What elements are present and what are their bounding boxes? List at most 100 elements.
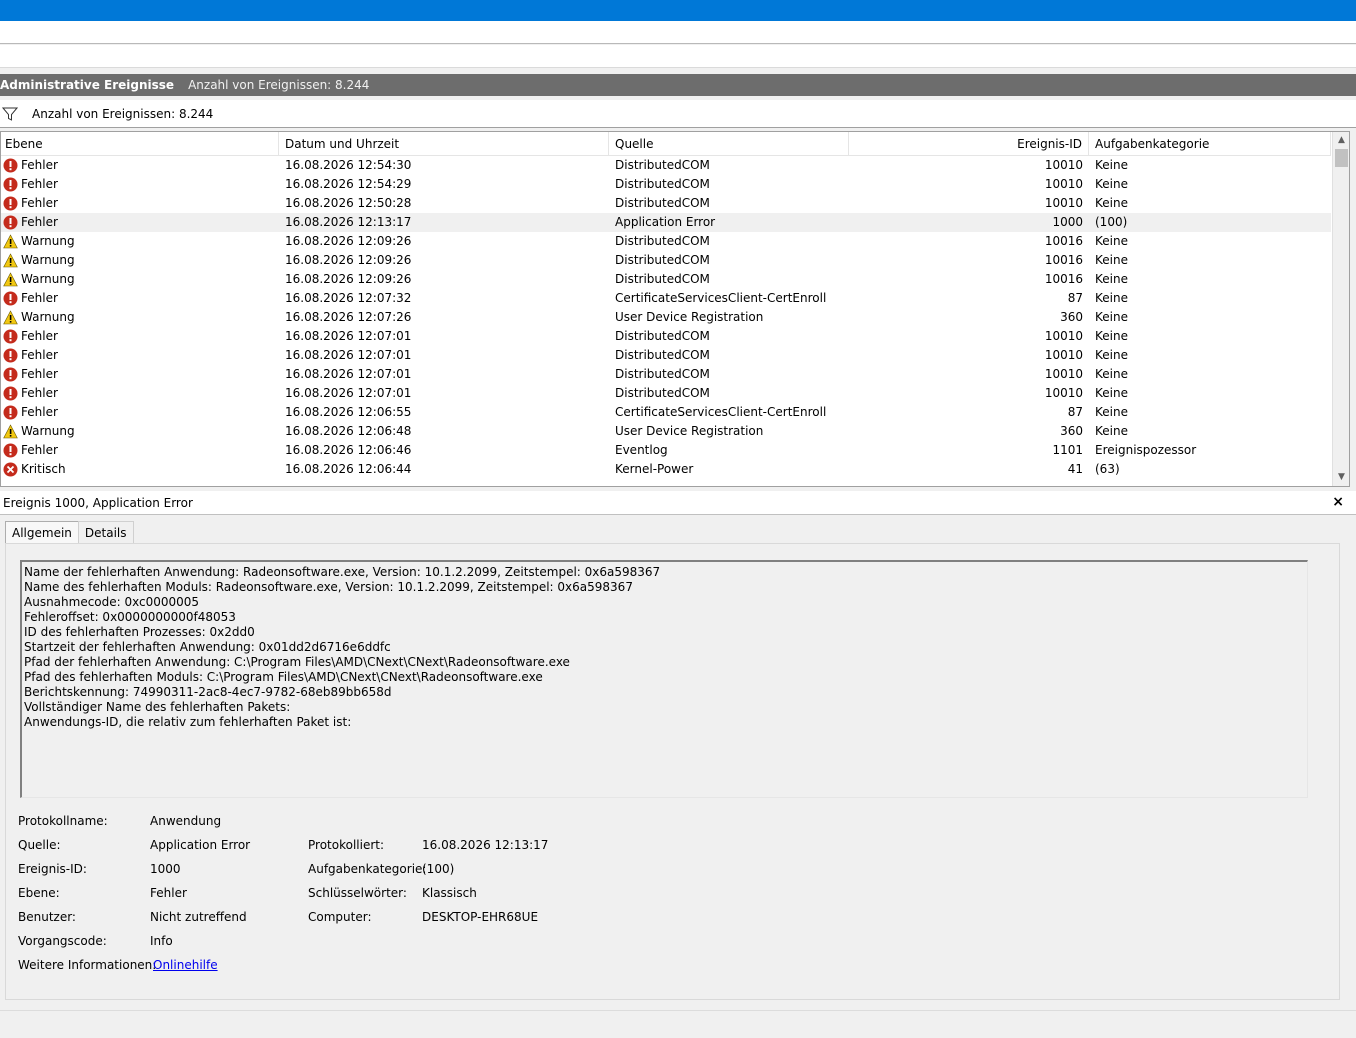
- task-category-cell: Keine: [1095, 367, 1128, 381]
- task-category-cell: Keine: [1095, 272, 1128, 286]
- table-row[interactable]: Fehler 16.08.2026 12:07:01 DistributedCOM 1…: [1, 327, 1331, 346]
- error-icon: [3, 291, 18, 306]
- event-id-cell: 10010: [1044, 329, 1083, 343]
- table-row[interactable]: Warnung 16.08.2026 12:07:26 User Device Re…: [1, 308, 1331, 327]
- table-row[interactable]: Warnung 16.08.2026 12:09:26 DistributedCOM…: [1, 251, 1331, 270]
- table-row[interactable]: Kritisch 16.08.2026 12:06:44 Kernel-Power 4…: [1, 460, 1331, 479]
- event-id-cell: 10010: [1044, 348, 1083, 362]
- more-info-label: Weitere Informationen:: [18, 958, 157, 972]
- level-text: Warnung: [21, 424, 75, 438]
- table-row[interactable]: Fehler 16.08.2026 12:54:29 DistributedCOM 1…: [1, 175, 1331, 194]
- date-cell: 16.08.2026 12:54:30: [285, 158, 412, 172]
- date-cell: 16.08.2026 12:50:28: [285, 196, 412, 210]
- date-cell: 16.08.2026 12:07:01: [285, 367, 412, 381]
- date-cell: 16.08.2026 12:09:26: [285, 272, 412, 286]
- detail-title: Ereignis 1000, Application Error: [3, 495, 193, 510]
- level-text: Warnung: [21, 272, 75, 286]
- error-icon: [3, 386, 18, 401]
- description-line: Name des fehlerhaften Moduls: Radeonsoft…: [24, 580, 633, 594]
- level-cell: Fehler: [3, 156, 273, 175]
- source-cell: DistributedCOM: [615, 234, 710, 248]
- level-label: Ebene:: [18, 886, 60, 900]
- source-cell: Application Error: [615, 215, 716, 229]
- task-category-cell: Keine: [1095, 348, 1128, 362]
- description-line: Anwendungs-ID, die relativ zum fehlerhaf…: [24, 715, 352, 729]
- error-icon: [3, 196, 18, 211]
- column-header-task-category[interactable]: Aufgabenkategorie: [1089, 132, 1331, 156]
- date-cell: 16.08.2026 12:07:01: [285, 386, 412, 400]
- level-text: Fehler: [21, 196, 58, 210]
- filter-icon[interactable]: [1, 106, 19, 122]
- warning-icon: [3, 253, 18, 268]
- date-cell: 16.08.2026 12:07:01: [285, 329, 412, 343]
- task-category-cell: Keine: [1095, 234, 1128, 248]
- logged-value: 16.08.2026 12:13:17: [422, 838, 549, 852]
- date-cell: 16.08.2026 12:06:44: [285, 462, 412, 476]
- source-cell: DistributedCOM: [615, 253, 710, 267]
- event-id-cell: 10010: [1044, 367, 1083, 381]
- level-cell: Fehler: [3, 384, 273, 403]
- task-category-cell: Keine: [1095, 310, 1128, 324]
- level-text: Fehler: [21, 348, 58, 362]
- source-cell: DistributedCOM: [615, 367, 710, 381]
- date-cell: 16.08.2026 12:09:26: [285, 234, 412, 248]
- warning-icon: [3, 272, 18, 287]
- source-label: Quelle:: [18, 838, 61, 852]
- table-row[interactable]: Fehler 16.08.2026 12:07:01 DistributedCOM 1…: [1, 346, 1331, 365]
- keywords-label: Schlüsselwörter:: [308, 886, 407, 900]
- scroll-thumb[interactable]: [1335, 149, 1348, 167]
- events-grid[interactable]: Ebene Datum und Uhrzeit Quelle Ereignis-…: [0, 131, 1350, 487]
- task-category-cell: Keine: [1095, 329, 1128, 343]
- general-panel: Name der fehlerhaften Anwendung: Radeons…: [5, 543, 1340, 1000]
- table-row[interactable]: Fehler 16.08.2026 12:50:28 DistributedCOM 1…: [1, 194, 1331, 213]
- view-title: Administrative Ereignisse: [0, 78, 175, 92]
- level-text: Warnung: [21, 310, 75, 324]
- table-row[interactable]: Fehler 16.08.2026 12:06:55 CertificateServ…: [1, 403, 1331, 422]
- table-row[interactable]: Fehler 16.08.2026 12:13:17 Application Err…: [1, 213, 1331, 232]
- scroll-up-icon[interactable]: ▲: [1333, 132, 1349, 149]
- online-help-link[interactable]: Onlinehilfe: [153, 957, 218, 973]
- level-cell: Fehler: [3, 213, 273, 232]
- event-id-cell: 1101: [1052, 443, 1083, 457]
- level-text: Fehler: [21, 329, 58, 343]
- column-header-level[interactable]: Ebene: [1, 132, 279, 156]
- source-cell: DistributedCOM: [615, 158, 710, 172]
- table-row[interactable]: Warnung 16.08.2026 12:06:48 User Device Re…: [1, 422, 1331, 441]
- close-icon[interactable]: ×: [1332, 494, 1344, 510]
- grid-scrollbar[interactable]: ▲ ▼: [1332, 132, 1349, 486]
- tab-general[interactable]: Allgemein: [5, 521, 79, 544]
- task-category-cell: Keine: [1095, 177, 1128, 191]
- menu-bar: [0, 21, 1356, 44]
- warning-icon: [3, 424, 18, 439]
- description-line: Vollständiger Name des fehlerhaften Pake…: [24, 700, 291, 714]
- column-header-source[interactable]: Quelle: [609, 132, 849, 156]
- task-category-cell: (100): [1095, 215, 1128, 229]
- table-row[interactable]: Fehler 16.08.2026 12:07:32 CertificateServ…: [1, 289, 1331, 308]
- scroll-down-icon[interactable]: ▼: [1333, 469, 1349, 486]
- table-row[interactable]: Warnung 16.08.2026 12:09:26 DistributedCOM…: [1, 270, 1331, 289]
- column-header-event-id[interactable]: Ereignis-ID: [849, 132, 1089, 156]
- task-category-label: Aufgabenkategorie:: [308, 862, 427, 876]
- description-line: Ausnahmecode: 0xc0000005: [24, 595, 200, 609]
- level-text: Kritisch: [21, 462, 66, 476]
- event-description[interactable]: Name der fehlerhaften Anwendung: Radeons…: [20, 560, 1308, 798]
- error-icon: [3, 405, 18, 420]
- table-row[interactable]: Warnung 16.08.2026 12:09:26 DistributedCOM…: [1, 232, 1331, 251]
- description-line: Berichtskennung: 74990311-2ac8-4ec7-9782…: [24, 685, 392, 699]
- tab-details[interactable]: Details: [77, 521, 134, 543]
- event-id-cell: 87: [1067, 405, 1083, 419]
- level-text: Fehler: [21, 215, 58, 229]
- level-text: Warnung: [21, 253, 75, 267]
- level-text: Fehler: [21, 158, 58, 172]
- table-row[interactable]: Fehler 16.08.2026 12:07:01 DistributedCOM 1…: [1, 365, 1331, 384]
- toolbar: [0, 45, 1356, 68]
- table-row[interactable]: Fehler 16.08.2026 12:54:30 DistributedCOM 1…: [1, 156, 1331, 175]
- task-category-cell: Keine: [1095, 386, 1128, 400]
- error-icon: [3, 329, 18, 344]
- error-icon: [3, 215, 18, 230]
- column-header-date[interactable]: Datum und Uhrzeit: [279, 132, 609, 156]
- warning-icon: [3, 234, 18, 249]
- table-row[interactable]: Fehler 16.08.2026 12:07:01 DistributedCOM 1…: [1, 384, 1331, 403]
- description-line: Pfad der fehlerhaften Anwendung: C:\Prog…: [24, 655, 570, 669]
- table-row[interactable]: Fehler 16.08.2026 12:06:46 Eventlog 1101 Ere…: [1, 441, 1331, 460]
